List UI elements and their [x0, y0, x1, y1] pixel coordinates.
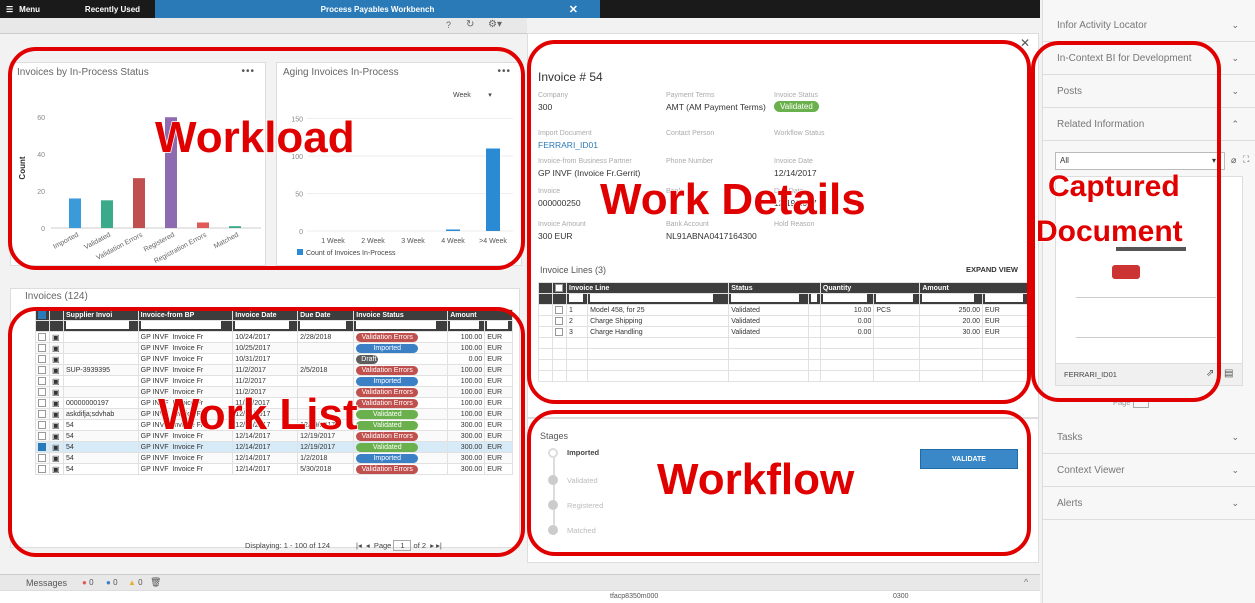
- tab-recently-used[interactable]: Recently Used: [70, 0, 155, 18]
- close-tab-icon[interactable]: ✕: [569, 3, 578, 16]
- chevron-up-icon: ⌃: [1231, 118, 1239, 129]
- right-panel-item-label: Infor Activity Locator: [1057, 19, 1148, 31]
- chevron-down-icon: ⌄: [1231, 431, 1239, 442]
- attach-icon[interactable]: ⌀: [1231, 155, 1236, 166]
- tab-process-payables[interactable]: Process Payables Workbench ✕: [155, 0, 600, 18]
- work-list-title: Invoices (124): [25, 291, 88, 302]
- chevron-down-icon: ⌄: [1231, 464, 1239, 475]
- trash-icon[interactable]: 🗑: [150, 577, 161, 588]
- hamburger-icon: ☰: [6, 4, 14, 14]
- captured-overlay-label-1: Captured: [1047, 169, 1180, 204]
- right-panel-item-label: Alerts: [1057, 497, 1083, 509]
- chevron-down-icon: ⌄: [1231, 52, 1239, 63]
- captured-overlay-label-2: Document: [1035, 214, 1183, 249]
- workload-overlay-label: Workload: [154, 112, 355, 163]
- details-overlay-label: Work Details: [599, 174, 866, 225]
- top-bar: ☰ Menu Recently Used Process Payables Wor…: [0, 0, 1040, 18]
- workbench-toolbar: ? ↻ ⚙▾: [0, 18, 527, 34]
- status-bar: tfacp8350m000 0300: [0, 590, 1040, 603]
- help-icon[interactable]: ?: [446, 20, 451, 30]
- chevron-down-icon: ⌄: [1231, 85, 1239, 96]
- info-count[interactable]: ● 0: [106, 578, 118, 587]
- right-panel-item[interactable]: Tasks ⌄: [1043, 421, 1255, 454]
- menu-button[interactable]: ☰ Menu: [0, 0, 70, 18]
- warning-count[interactable]: ▲ 0: [128, 578, 143, 587]
- fullscreen-icon[interactable]: ⛶: [1243, 154, 1249, 165]
- chevron-down-icon: ⌄: [1231, 497, 1239, 508]
- settings-icon[interactable]: ⚙▾: [488, 19, 502, 30]
- workflow-overlay-label: Workflow: [656, 454, 855, 505]
- messages-label: Messages: [26, 578, 68, 588]
- right-panel-item-label: Tasks: [1057, 431, 1083, 443]
- chevron-down-icon: ⌄: [1231, 19, 1239, 30]
- collapse-icon[interactable]: ^: [1024, 577, 1028, 587]
- company-code: 0300: [893, 593, 909, 600]
- comment-icon[interactable]: ▤: [1224, 368, 1233, 379]
- messages-bar: Messages ● 0 ● 0 ▲ 0 🗑 ^: [0, 574, 1040, 590]
- right-panel-item[interactable]: Context Viewer ⌄: [1043, 454, 1255, 487]
- worklist-overlay-label: Work List: [157, 389, 358, 440]
- right-panel-item[interactable]: Alerts ⌄: [1043, 487, 1255, 520]
- refresh-icon[interactable]: ↻: [466, 19, 474, 30]
- right-panel-item-label: Context Viewer: [1057, 464, 1125, 476]
- program-code: tfacp8350m000: [610, 593, 659, 600]
- error-count[interactable]: ● 0: [82, 578, 94, 587]
- right-panel-item[interactable]: Infor Activity Locator ⌄: [1043, 9, 1255, 42]
